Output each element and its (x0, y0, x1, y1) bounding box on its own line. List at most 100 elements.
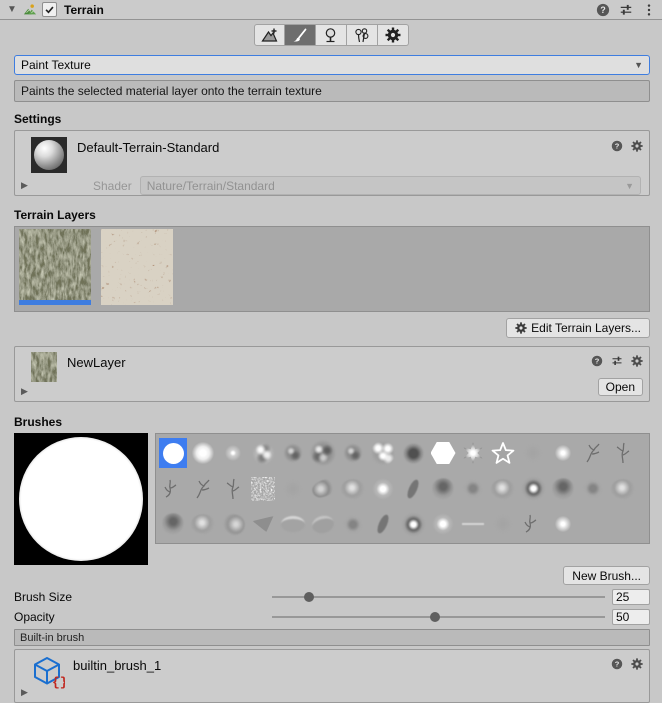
brush-1-7[interactable] (369, 474, 397, 504)
brush-asset-thumbnail[interactable]: {} (31, 655, 65, 689)
tool-terrain-settings-button[interactable] (378, 24, 409, 46)
brush-size-input[interactable]: 25 (612, 589, 650, 605)
tool-paint-trees-button[interactable] (316, 24, 347, 46)
brush-1-11[interactable] (489, 474, 517, 504)
brush-2-2[interactable] (219, 509, 247, 539)
opacity-input[interactable]: 50 (612, 609, 650, 625)
brush-2-3[interactable] (249, 509, 277, 539)
brush-0-1[interactable] (189, 438, 217, 468)
brush-1-9[interactable] (429, 474, 457, 504)
brush-2-9[interactable] (429, 509, 457, 539)
help-icon[interactable] (596, 3, 610, 17)
brush-1-13[interactable] (549, 474, 577, 504)
brush-shape-twigB (611, 441, 635, 465)
brush-2-6[interactable] (339, 509, 367, 539)
tool-create-neighbor-terrains-button[interactable] (254, 24, 285, 46)
brush-1-8[interactable] (399, 474, 427, 504)
terrain-layer-tile-rock-layer[interactable] (101, 229, 173, 305)
brush-0-2[interactable] (219, 438, 247, 468)
brush-shape-star6 (461, 441, 485, 465)
brush-size-label: Brush Size (14, 590, 272, 604)
brush-0-12[interactable] (519, 438, 547, 468)
presets-icon[interactable] (619, 3, 633, 17)
material-box: Default-Terrain-Standard Shader Nature/T… (14, 130, 650, 196)
component-foldout[interactable]: ▼ (6, 5, 18, 15)
tool-paint-terrain-button[interactable] (285, 24, 316, 46)
new-brush-button[interactable]: New Brush... (563, 566, 650, 585)
brush-1-4[interactable] (279, 474, 307, 504)
component-enabled-checkbox[interactable] (42, 2, 57, 17)
brush-1-3[interactable] (249, 474, 277, 504)
brush-2-7[interactable] (369, 509, 397, 539)
component-header: ▼ Terrain (0, 0, 662, 20)
paint-mode-dropdown[interactable]: Paint Texture ▼ (14, 55, 650, 75)
brush-shape-faint (494, 515, 512, 533)
brush-0-9[interactable] (429, 438, 457, 468)
brush-0-13[interactable] (549, 438, 577, 468)
brush-0-7[interactable] (369, 438, 397, 468)
presets-icon[interactable] (611, 355, 623, 367)
brush-shape-burst (522, 477, 545, 500)
new-brush-row: New Brush... (14, 566, 650, 585)
brush-0-6[interactable] (339, 438, 367, 468)
gear-icon[interactable] (631, 140, 643, 152)
brush-0-3[interactable] (249, 438, 277, 468)
brush-shape-sliver (375, 513, 390, 535)
brush-2-10[interactable] (459, 509, 487, 539)
brush-size-slider[interactable] (272, 588, 605, 605)
brush-0-0[interactable] (159, 438, 187, 468)
brush-asset-foldout[interactable]: ▶ (21, 687, 28, 698)
slider-thumb[interactable] (430, 612, 440, 622)
layer-foldout[interactable]: ▶ (21, 386, 28, 397)
gear-icon[interactable] (631, 355, 643, 367)
tool-paint-details-button[interactable] (347, 24, 378, 46)
brush-1-12[interactable] (519, 474, 547, 504)
helpbox-text: Paints the selected material layer onto … (21, 84, 322, 98)
brush-1-0[interactable] (159, 474, 187, 504)
brush-1-10[interactable] (459, 474, 487, 504)
brush-1-14[interactable] (579, 474, 607, 504)
brush-0-4[interactable] (279, 438, 307, 468)
more-menu-icon[interactable] (642, 3, 656, 17)
brush-2-8[interactable] (399, 509, 427, 539)
brush-shape-softSm (553, 514, 573, 534)
brush-0-5[interactable] (309, 438, 337, 468)
layer-thumbnail[interactable] (31, 352, 57, 382)
open-layer-button[interactable]: Open (598, 378, 643, 396)
brush-2-12[interactable] (519, 509, 547, 539)
brush-palette (155, 433, 650, 544)
brush-0-10[interactable] (459, 438, 487, 468)
brush-2-13[interactable] (549, 509, 577, 539)
brush-1-15[interactable] (609, 474, 637, 504)
brush-shape-arcA (281, 516, 305, 532)
material-preview-thumbnail[interactable] (31, 137, 67, 173)
slider-thumb[interactable] (304, 592, 314, 602)
help-icon[interactable] (611, 658, 623, 670)
material-foldout[interactable]: ▶ (21, 180, 28, 191)
opacity-slider[interactable] (272, 608, 605, 625)
terrain-layer-tile-grass-layer[interactable] (19, 229, 91, 305)
gear-icon[interactable] (631, 658, 643, 670)
paint-trees-icon (322, 27, 339, 44)
help-icon[interactable] (591, 355, 603, 367)
brush-row-2 (159, 509, 646, 539)
shader-dropdown[interactable]: Nature/Terrain/Standard ▼ (140, 176, 641, 195)
brush-1-6[interactable] (339, 474, 367, 504)
brush-2-1[interactable] (189, 509, 217, 539)
brush-0-15[interactable] (609, 438, 637, 468)
brush-0-11[interactable] (489, 438, 517, 468)
brush-1-5[interactable] (309, 474, 337, 504)
brush-2-4[interactable] (279, 509, 307, 539)
brush-1-2[interactable] (219, 474, 247, 504)
brush-0-8[interactable] (399, 438, 427, 468)
brush-0-14[interactable] (579, 438, 607, 468)
brush-shape-solid (163, 443, 184, 464)
brush-2-11[interactable] (489, 509, 517, 539)
edit-terrain-layers-button[interactable]: Edit Terrain Layers... (506, 318, 650, 338)
paint-terrain-icon (291, 27, 308, 44)
brush-1-1[interactable] (189, 474, 217, 504)
brush-2-0[interactable] (159, 509, 187, 539)
svg-text:{}: {} (52, 675, 65, 689)
help-icon[interactable] (611, 140, 623, 152)
brush-2-5[interactable] (309, 509, 337, 539)
